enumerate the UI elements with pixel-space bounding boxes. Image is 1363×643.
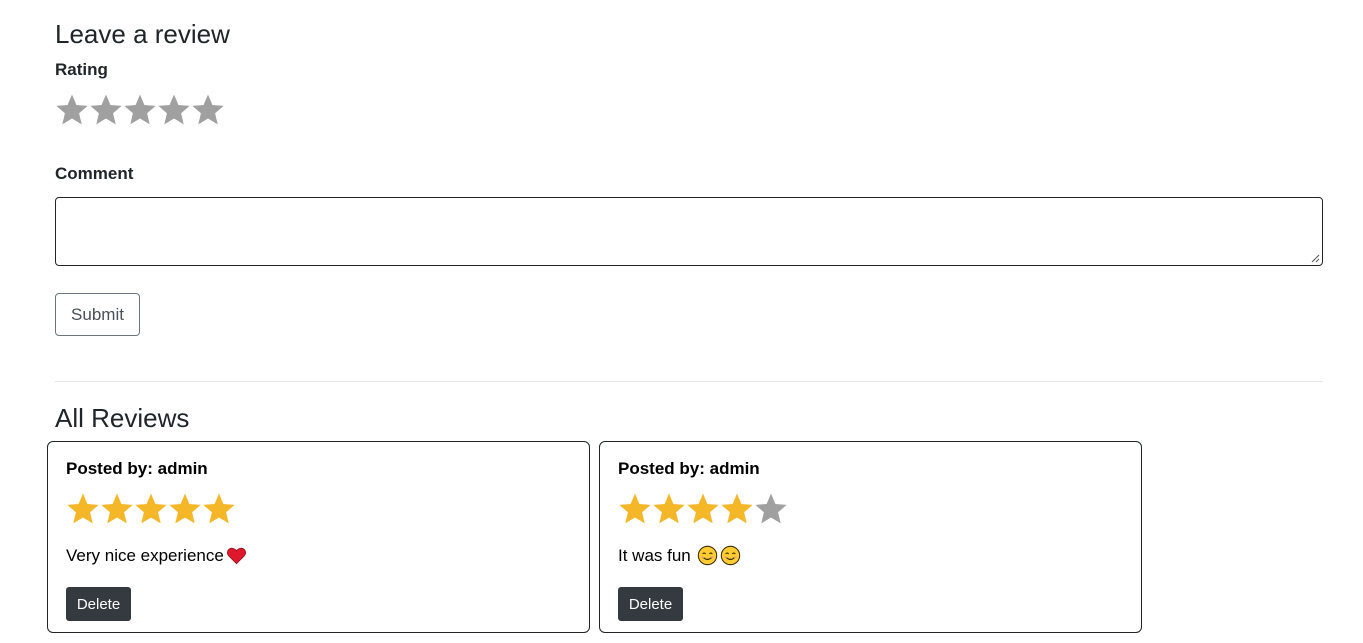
star-empty-icon[interactable]	[123, 92, 157, 128]
smiling-face-icon	[720, 545, 741, 566]
review-comment: Very nice experience	[66, 545, 224, 565]
resize-grip-icon[interactable]	[1310, 253, 1320, 263]
star-filled-icon	[652, 491, 686, 527]
review-card: Posted by: admin Very nice experience De…	[47, 441, 590, 633]
star-filled-icon	[618, 491, 652, 527]
star-filled-icon	[168, 491, 202, 527]
smiling-face-icon	[697, 545, 718, 566]
star-filled-icon	[100, 491, 134, 527]
review-rating	[618, 491, 788, 527]
section-divider	[55, 381, 1323, 382]
rating-label: Rating	[55, 60, 108, 79]
star-filled-icon	[720, 491, 754, 527]
review-comment: It was fun	[618, 545, 696, 565]
review-author: Posted by: admin	[66, 459, 208, 478]
review-card: Posted by: admin It was fun Delete	[599, 441, 1142, 633]
star-filled-icon	[686, 491, 720, 527]
leave-review-heading: Leave a review	[55, 19, 230, 49]
delete-button[interactable]: Delete	[66, 587, 131, 621]
star-empty-icon[interactable]	[157, 92, 191, 128]
delete-button[interactable]: Delete	[618, 587, 683, 621]
all-reviews-heading: All Reviews	[55, 403, 190, 433]
review-author: Posted by: admin	[618, 459, 760, 478]
review-text: It was fun	[618, 545, 741, 566]
red-heart-icon	[226, 545, 247, 566]
review-text: Very nice experience	[66, 545, 247, 566]
star-filled-icon	[134, 491, 168, 527]
star-empty-icon[interactable]	[89, 92, 123, 128]
star-empty-icon[interactable]	[55, 92, 89, 128]
rating-input[interactable]	[55, 92, 225, 128]
comment-label: Comment	[55, 164, 134, 183]
star-empty-icon[interactable]	[191, 92, 225, 128]
comment-textarea[interactable]	[55, 197, 1323, 266]
star-empty-icon	[754, 491, 788, 527]
star-filled-icon	[66, 491, 100, 527]
submit-button[interactable]: Submit	[55, 293, 140, 336]
review-rating	[66, 491, 236, 527]
star-filled-icon	[202, 491, 236, 527]
